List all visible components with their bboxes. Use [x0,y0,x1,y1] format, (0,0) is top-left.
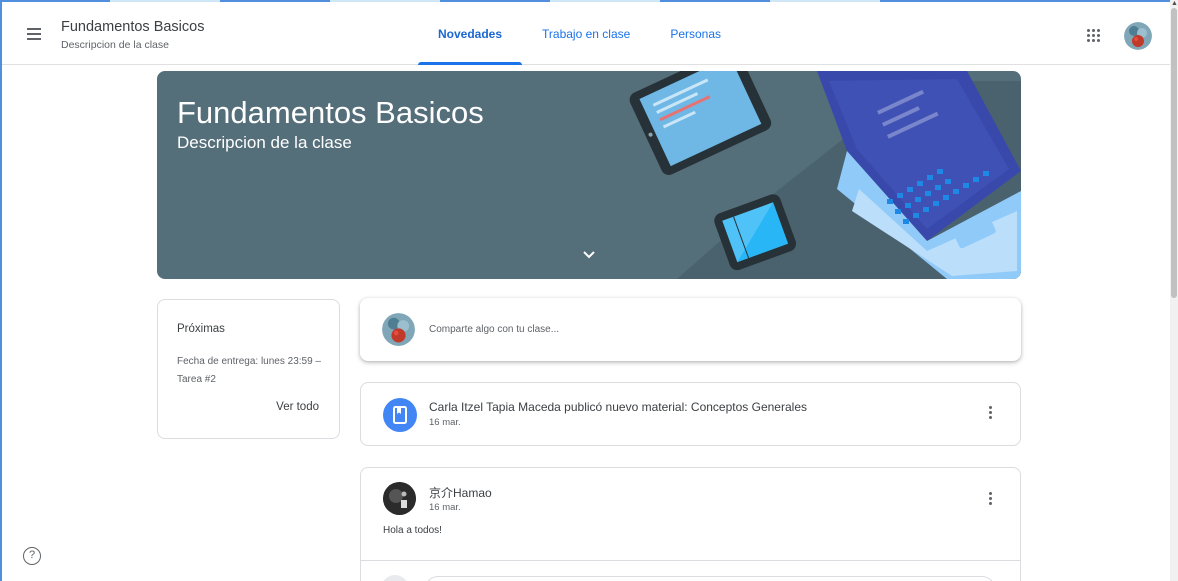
stream-item-title[interactable]: Carla Itzel Tapia Maceda publicó nuevo m… [429,400,807,414]
book-icon [383,398,417,432]
banner-title: Fundamentos Basicos [177,95,484,130]
user-avatar [382,313,415,346]
share-placeholder[interactable]: Comparte algo con tu clase... [429,324,559,335]
stream-item-post: 京介Hamao 16 mar. Hola a todos! [360,467,1021,581]
menu-icon[interactable] [22,22,46,46]
upcoming-card: Próximas Fecha de entrega: lunes 23:59 –… [157,299,340,439]
tab-personas[interactable]: Personas [650,2,741,65]
scrollbar-thumb[interactable] [1171,8,1177,298]
more-vert-icon[interactable] [987,492,993,510]
tab-novedades[interactable]: Novedades [418,2,523,65]
post-body: Hola a todos! [383,525,442,536]
commenter-avatar [381,575,409,581]
apps-grid-icon[interactable] [1084,26,1102,44]
comment-divider [361,560,1020,561]
stream-item-date: 16 mar. [429,417,461,428]
post-date: 16 mar. [429,502,461,513]
class-banner: Fundamentos Basicos Descripcion de la cl… [157,71,1021,279]
share-box[interactable]: Comparte algo con tu clase... [360,298,1021,361]
help-icon[interactable]: ? [23,547,41,565]
view-all-link[interactable]: Ver todo [276,401,319,413]
more-vert-icon[interactable] [987,406,993,424]
author-avatar[interactable] [383,482,416,515]
stream-item-material[interactable]: Carla Itzel Tapia Maceda publicó nuevo m… [360,382,1021,446]
top-app-bar: Fundamentos Basicos Descripcion de la cl… [2,2,1170,65]
account-avatar[interactable] [1124,22,1152,50]
chevron-down-icon[interactable] [581,249,597,261]
class-subtitle: Descripcion de la clase [61,39,169,51]
post-author: 京介Hamao [429,486,492,500]
scroll-up-icon[interactable]: ▲ [1171,0,1178,7]
tab-trabajo-en-clase[interactable]: Trabajo en clase [522,2,650,65]
class-title[interactable]: Fundamentos Basicos [61,19,204,35]
upcoming-due-item[interactable]: Fecha de entrega: lunes 23:59 – Tarea #2 [177,353,327,389]
tab-bar: Novedades Trabajo en clase Personas [418,2,741,65]
comment-input[interactable] [425,576,995,581]
banner-subtitle: Descripcion de la clase [177,133,352,152]
upcoming-title: Próximas [177,323,225,335]
